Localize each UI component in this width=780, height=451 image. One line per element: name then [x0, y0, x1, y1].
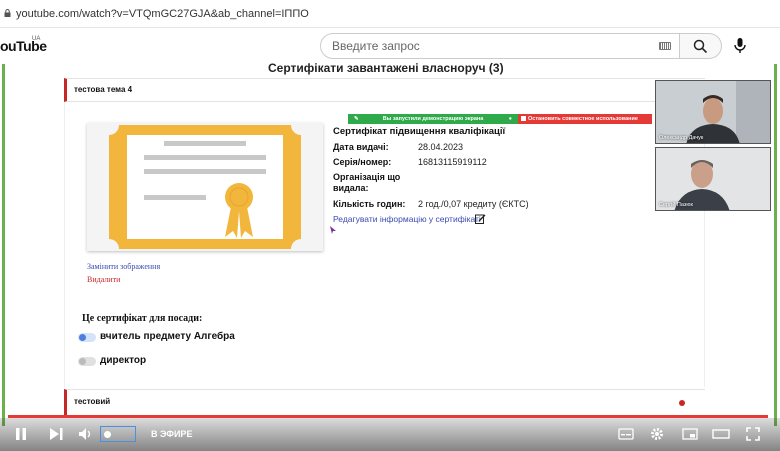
volume-knob[interactable] [104, 431, 111, 438]
stop-sharing-button[interactable]: Остановить совместное использование [518, 114, 652, 124]
certificate-card-header[interactable] [64, 389, 705, 415]
page-title: Сертифікати завантажені власноруч (3) [268, 61, 504, 75]
volume-slider[interactable] [100, 426, 136, 442]
webcam-tile: Сергій Пазюк [655, 147, 771, 211]
pin-icon: ✎ [354, 116, 359, 122]
issue-date-label: Дата видачі: [333, 142, 389, 152]
serial-value: 16813115919112 [418, 157, 487, 167]
screen-share-text: Вы запустили демонстрацию экрана [382, 116, 484, 122]
screen-share-border-left [2, 64, 5, 426]
shield-icon: ● [508, 116, 512, 122]
screen-share-border-right [774, 64, 777, 426]
stop-icon [521, 116, 526, 121]
hours-value: 2 год./0,07 кредиту (ЄКТС) [418, 199, 529, 209]
fullscreen-icon[interactable] [746, 427, 760, 441]
toggle-knob [79, 334, 86, 341]
webcam-name: Сергій Пазюк [659, 202, 693, 208]
card-title: тестовий [74, 397, 111, 406]
country-code: UA [32, 36, 41, 42]
search-placeholder: Введите запрос [332, 39, 420, 53]
screen-share-status: ✎ Вы запустили демонстрацию экрана ● [348, 114, 518, 124]
pause-icon[interactable] [14, 427, 28, 441]
serial-label: Серія/номер: [333, 157, 392, 167]
miniplayer-icon[interactable] [682, 428, 698, 440]
url-text[interactable]: youtube.com/watch?v=VTQmGC27GJA&ab_chann… [16, 8, 309, 20]
keyboard-icon[interactable] [659, 42, 671, 50]
theater-icon[interactable] [712, 428, 730, 440]
replace-image-link[interactable]: Замінити зображення [87, 262, 160, 271]
issue-date-value: 28.04.2023 [418, 142, 464, 152]
next-icon[interactable] [48, 427, 64, 441]
hours-label: Кількість годин: [333, 199, 406, 209]
toggle-director[interactable] [78, 357, 96, 366]
settings-icon[interactable] [650, 427, 664, 441]
edit-icon[interactable] [475, 213, 486, 224]
stop-sharing-text: Остановить совместное использование [528, 116, 638, 122]
organization-label: Організація що видала: [333, 172, 401, 193]
edit-certificate-link[interactable]: Редагувати інформацію у сертифікаті [333, 214, 481, 224]
toggle-knob [79, 358, 86, 365]
volume-icon[interactable] [78, 427, 94, 441]
status-dot [679, 400, 685, 406]
toggle-algebra-teacher[interactable] [78, 333, 96, 342]
search-icon [693, 39, 708, 54]
subtitles-icon[interactable] [618, 428, 634, 440]
option-algebra-teacher: вчитель предмету Алгебра [100, 331, 235, 342]
webcam-tile: Олександр Дачук [655, 80, 771, 144]
lock-icon [4, 9, 11, 17]
webcam-name: Олександр Дачук [659, 135, 704, 141]
mic-icon[interactable] [733, 37, 747, 55]
certificate-illustration [109, 125, 301, 249]
option-director: директор [100, 355, 147, 366]
search-button[interactable] [680, 33, 722, 59]
mouse-cursor [330, 226, 336, 234]
live-badge[interactable]: В ЭФИРЕ [151, 429, 192, 439]
certificate-heading: Сертифікат підвищення кваліфікації [333, 126, 506, 137]
position-label: Це сертифікат для посади: [82, 313, 203, 324]
card-title: тестова тема 4 [74, 85, 133, 94]
delete-image-link[interactable]: Видалити [87, 275, 120, 284]
certificate-card-header[interactable] [64, 78, 705, 102]
